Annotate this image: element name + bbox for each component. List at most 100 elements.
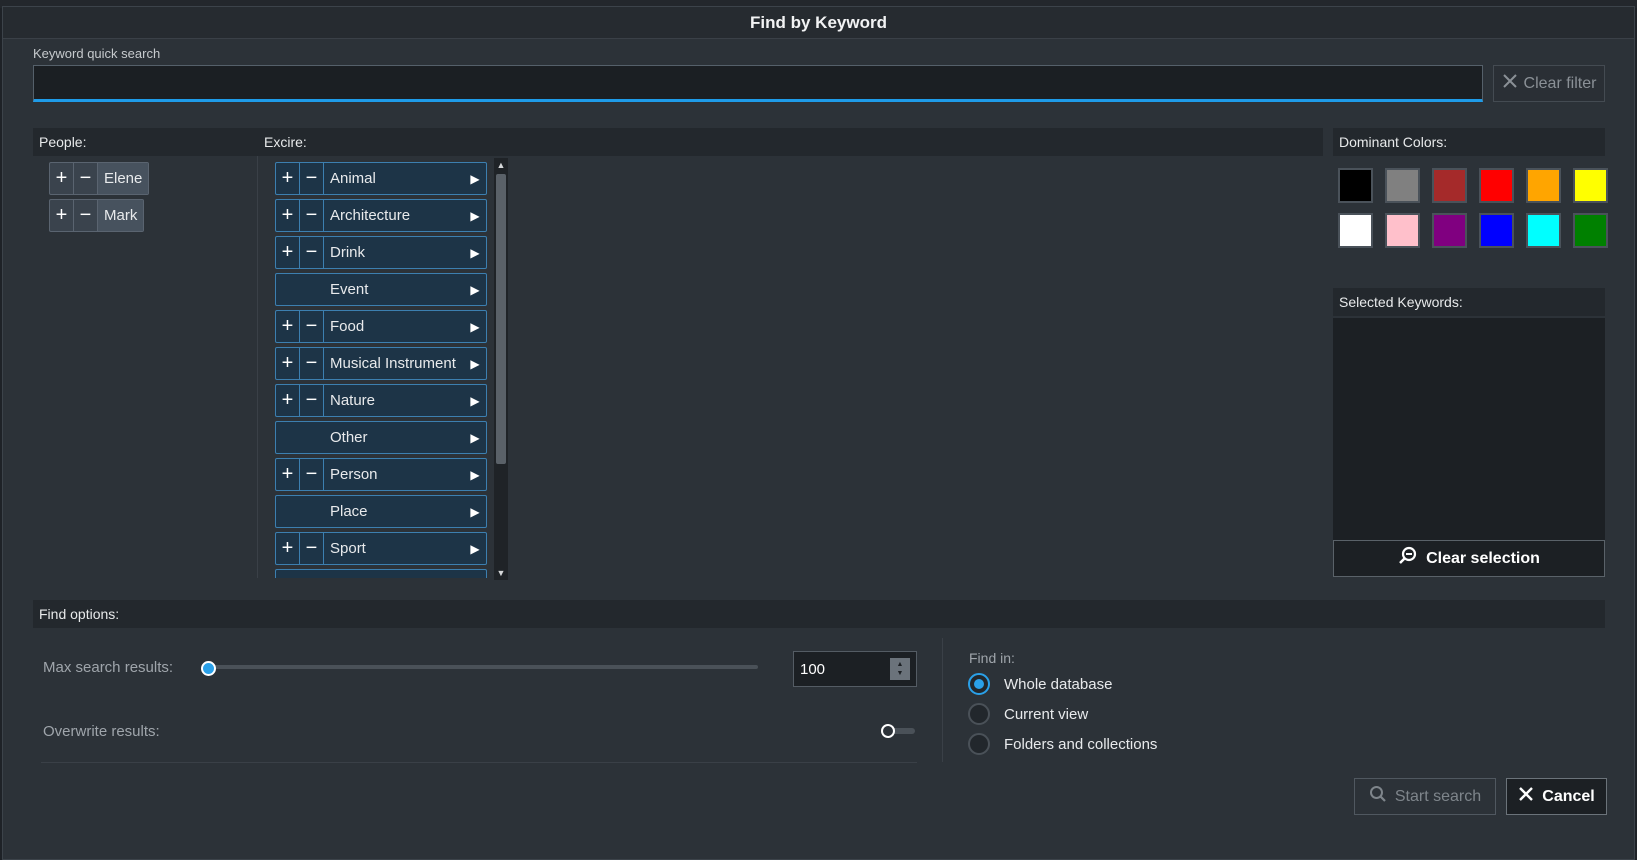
find-options-header: Find options: <box>33 600 1605 628</box>
minus-icon[interactable]: − <box>74 200 98 231</box>
keyword-category[interactable]: + − Architecture ▶ <box>275 199 487 232</box>
color-swatch-grid <box>1338 168 1608 248</box>
plus-icon[interactable]: + <box>276 348 300 379</box>
clear-selection-button[interactable]: Clear selection <box>1333 540 1605 577</box>
plus-icon[interactable]: + <box>50 200 74 231</box>
color-swatch[interactable] <box>1479 213 1514 248</box>
expand-arrow-icon[interactable]: ▶ <box>464 200 486 231</box>
max-results-label: Max search results: <box>43 659 174 676</box>
scroll-down-icon[interactable]: ▼ <box>494 566 508 580</box>
color-swatch[interactable] <box>1432 168 1467 203</box>
minus-icon[interactable]: − <box>300 348 324 379</box>
plus-icon[interactable]: + <box>50 163 74 194</box>
keyword-category[interactable]: + − Nature ▶ <box>275 384 487 417</box>
plus-icon[interactable]: + <box>276 459 300 490</box>
minus-icon[interactable]: − <box>74 163 98 194</box>
people-panel: People: + − Elene + − Mark <box>33 128 258 578</box>
keyword-list-scrollbar[interactable]: ▲ ▼ <box>494 158 508 580</box>
find-in-option-folders-collections[interactable]: Folders and collections <box>968 733 1157 755</box>
expand-arrow-icon[interactable]: ▶ <box>464 348 486 379</box>
scroll-up-icon[interactable]: ▲ <box>494 158 508 172</box>
max-results-slider-handle[interactable] <box>201 661 216 676</box>
clear-filter-button[interactable]: Clear filter <box>1493 65 1605 102</box>
expand-arrow-icon[interactable]: ▶ <box>464 496 486 527</box>
minus-icon[interactable]: − <box>300 200 324 231</box>
plus-icon[interactable]: + <box>276 311 300 342</box>
color-swatch[interactable] <box>1573 213 1608 248</box>
person-name: Mark <box>98 200 144 231</box>
search-icon <box>1369 785 1387 808</box>
color-swatch[interactable] <box>1338 213 1373 248</box>
keyword-category[interactable]: + − Drink ▶ <box>275 236 487 269</box>
keyword-label: Animal <box>330 170 376 187</box>
person-chip[interactable]: + − Mark <box>49 199 145 232</box>
minus-icon[interactable]: − <box>300 311 324 342</box>
plus-icon[interactable]: + <box>276 237 300 268</box>
radio-label: Whole database <box>1004 675 1113 693</box>
color-swatch[interactable] <box>1573 168 1608 203</box>
keyword-category[interactable]: Event ▶ <box>275 273 487 306</box>
close-icon <box>1518 786 1534 807</box>
keyword-category[interactable]: + − Musical Instrument ▶ <box>275 347 487 380</box>
radio-button[interactable] <box>968 703 990 725</box>
expand-arrow-icon[interactable]: ▶ <box>464 274 486 305</box>
color-swatch[interactable] <box>1479 168 1514 203</box>
radio-label: Current view <box>1004 705 1089 723</box>
plus-icon[interactable]: + <box>276 533 300 564</box>
minus-icon[interactable]: − <box>300 163 324 194</box>
color-swatch[interactable] <box>1526 168 1561 203</box>
max-results-slider-track[interactable] <box>205 665 758 669</box>
find-in-option-whole-database[interactable]: Whole database <box>968 673 1112 695</box>
cancel-label: Cancel <box>1542 787 1595 805</box>
divider <box>942 638 943 762</box>
keyword-label: Nature <box>330 392 376 409</box>
start-search-label: Start search <box>1394 787 1482 805</box>
scrollbar-thumb[interactable] <box>496 174 506 464</box>
toggle-knob <box>881 724 895 738</box>
keyword-label: Food <box>330 318 365 335</box>
minus-icon[interactable]: − <box>300 459 324 490</box>
keyword-label: Place <box>330 503 368 520</box>
keyword-category[interactable]: Other ▶ <box>275 421 487 454</box>
keyword-category[interactable]: + − Animal ▶ <box>275 162 487 195</box>
radio-button[interactable] <box>968 673 990 695</box>
minus-icon[interactable]: − <box>300 533 324 564</box>
person-name: Elene <box>98 163 149 194</box>
expand-arrow-icon[interactable]: ▶ <box>464 237 486 268</box>
close-icon <box>1502 73 1518 94</box>
quick-search-label: Keyword quick search <box>33 46 161 61</box>
expand-arrow-icon[interactable]: ▶ <box>464 459 486 490</box>
plus-icon[interactable]: + <box>276 385 300 416</box>
find-in-option-current-view[interactable]: Current view <box>968 703 1088 725</box>
selected-keywords-header: Selected Keywords: <box>1333 288 1605 316</box>
expand-arrow-icon[interactable]: ▶ <box>464 533 486 564</box>
expand-arrow-icon[interactable]: ▶ <box>464 385 486 416</box>
color-swatch[interactable] <box>1526 213 1561 248</box>
expand-arrow-icon[interactable]: ▶ <box>464 422 486 453</box>
radio-button[interactable] <box>968 733 990 755</box>
keyword-category[interactable]: + − Sport ▶ <box>275 532 487 565</box>
expand-arrow-icon[interactable]: ▶ <box>464 163 486 194</box>
person-chip[interactable]: + − Elene <box>49 162 150 195</box>
keyword-category[interactable]: + − Food ▶ <box>275 310 487 343</box>
minus-icon[interactable]: − <box>300 237 324 268</box>
max-results-spinbox[interactable]: 100 ▲ ▼ <box>793 651 917 687</box>
keyword-category[interactable]: Place ▶ <box>275 495 487 528</box>
keyword-category[interactable]: + − Person ▶ <box>275 458 487 491</box>
overwrite-results-toggle[interactable] <box>881 724 917 738</box>
start-search-button[interactable]: Start search <box>1354 778 1496 815</box>
keyword-category-partial[interactable] <box>275 569 487 578</box>
minus-icon[interactable]: − <box>300 385 324 416</box>
excire-header: Excire: <box>258 128 1323 156</box>
color-swatch[interactable] <box>1385 168 1420 203</box>
plus-icon[interactable]: + <box>276 200 300 231</box>
color-swatch[interactable] <box>1385 213 1420 248</box>
spin-arrows-icon[interactable]: ▲ ▼ <box>890 658 910 680</box>
color-swatch[interactable] <box>1338 168 1373 203</box>
expand-arrow-icon[interactable]: ▶ <box>464 311 486 342</box>
cancel-button[interactable]: Cancel <box>1506 778 1607 815</box>
keyword-label: Architecture <box>330 207 411 224</box>
color-swatch[interactable] <box>1432 213 1467 248</box>
keyword-quick-search-input[interactable] <box>33 65 1483 102</box>
plus-icon[interactable]: + <box>276 163 300 194</box>
